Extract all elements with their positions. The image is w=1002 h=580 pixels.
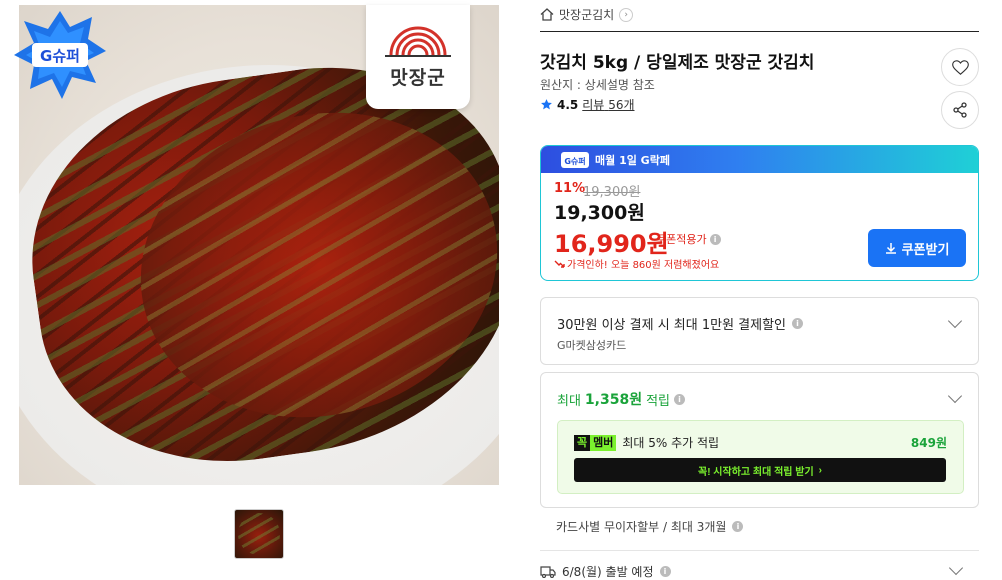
store-name-link[interactable]: 맛장군김치 bbox=[559, 6, 614, 23]
club-join-button[interactable]: 꼭! 시작하고 최대 적립 받기 › bbox=[574, 458, 946, 482]
brand-logo-text: 맛장군 bbox=[390, 66, 446, 89]
info-icon[interactable]: i bbox=[674, 393, 686, 405]
truck-icon bbox=[540, 565, 556, 578]
deal-header-text: 매월 1일 G락페 bbox=[595, 153, 670, 167]
thumbnail-image[interactable] bbox=[234, 509, 284, 559]
chevron-right-icon: › bbox=[619, 7, 634, 22]
info-icon[interactable]: i bbox=[709, 233, 721, 245]
card-discount-panel[interactable]: 30만원 이상 결제 시 최대 1만원 결제할인 i G마켓삼성카드 bbox=[540, 297, 979, 365]
info-icon[interactable]: i bbox=[659, 566, 671, 577]
gsuper-badge-text: G슈퍼 bbox=[40, 47, 80, 65]
gsuper-small-icon: G슈퍼 bbox=[561, 151, 589, 168]
wishlist-button[interactable] bbox=[941, 48, 979, 86]
down-arrow-icon bbox=[554, 260, 565, 268]
shipping-date: 6/8(월) 출발 예정 bbox=[562, 565, 654, 579]
sale-price: 19,300원 bbox=[554, 202, 645, 224]
card-name: G마켓삼성카드 bbox=[557, 339, 627, 352]
chevron-down-icon[interactable] bbox=[948, 560, 964, 576]
brand-sun-icon bbox=[385, 26, 451, 57]
deal-price-box: G슈퍼 매월 1일 G락페 11% 19,300원 19,300원 16,990… bbox=[540, 145, 979, 281]
rating[interactable]: 4.5 리뷰 56개 bbox=[540, 96, 635, 113]
download-coupon-button[interactable]: 쿠폰받기 bbox=[868, 229, 966, 267]
rating-score: 4.5 bbox=[557, 97, 579, 112]
card-discount-title: 30만원 이상 결제 시 최대 1만원 결제할인 bbox=[557, 318, 787, 333]
club-points: 849원 bbox=[910, 436, 947, 450]
coupon-price: 16,990원 bbox=[554, 230, 669, 258]
info-icon[interactable]: i bbox=[732, 521, 744, 532]
points-title: 최대 1,358원 적립 i bbox=[557, 389, 686, 409]
discount-rate: 11% bbox=[554, 181, 586, 196]
divider bbox=[540, 550, 979, 551]
share-icon bbox=[953, 102, 967, 118]
gsuper-badge-logo: G슈퍼 bbox=[12, 7, 108, 103]
product-title: 갓김치 5kg / 당일제조 맛장군 갓김치 bbox=[540, 53, 815, 73]
club-badge: 꼭 멤버 bbox=[574, 434, 617, 451]
max-points: 1,358원 bbox=[584, 392, 643, 408]
chevron-down-icon[interactable] bbox=[947, 388, 963, 404]
origin-text: 원산지 : 상세설명 참조 bbox=[540, 78, 655, 92]
info-icon[interactable]: i bbox=[792, 318, 804, 329]
download-icon bbox=[885, 243, 896, 254]
chevron-right-icon: › bbox=[818, 464, 822, 476]
shipping-info: 6/8(월) 출발 예정 i bbox=[540, 563, 671, 580]
heart-icon bbox=[951, 59, 969, 75]
chevron-down-icon[interactable] bbox=[947, 313, 963, 329]
divider bbox=[540, 31, 979, 32]
svg-text:G슈퍼: G슈퍼 bbox=[564, 156, 585, 166]
club-benefit-text: 최대 5% 추가 적립 bbox=[622, 436, 720, 450]
installment-info: 카드사별 무이자할부 / 최대 3개월 i bbox=[556, 518, 744, 535]
review-link[interactable]: 리뷰 56개 bbox=[582, 96, 634, 113]
club-membership-box: 꼭 멤버 최대 5% 추가 적립 849원 꼭! 시작하고 최대 적립 받기 › bbox=[557, 420, 964, 494]
deal-header: G슈퍼 매월 1일 G락페 bbox=[541, 146, 978, 173]
star-icon bbox=[541, 99, 552, 110]
home-icon bbox=[540, 8, 554, 21]
coupon-applied-label[interactable]: 쿠폰적용가 i bbox=[656, 231, 721, 247]
price-drop-notice: 가격인하! 오늘 860원 저렴해졌어요 bbox=[554, 256, 719, 271]
brand-logo: 맛장군 bbox=[366, 5, 470, 109]
share-button[interactable] bbox=[941, 91, 979, 129]
breadcrumb[interactable]: 맛장군김치 › bbox=[540, 6, 634, 23]
points-panel[interactable]: 최대 1,358원 적립 i 꼭 멤버 최대 5% 추가 적립 849원 꼭! 시… bbox=[540, 372, 979, 508]
club-row: 꼭 멤버 최대 5% 추가 적립 bbox=[574, 434, 719, 451]
